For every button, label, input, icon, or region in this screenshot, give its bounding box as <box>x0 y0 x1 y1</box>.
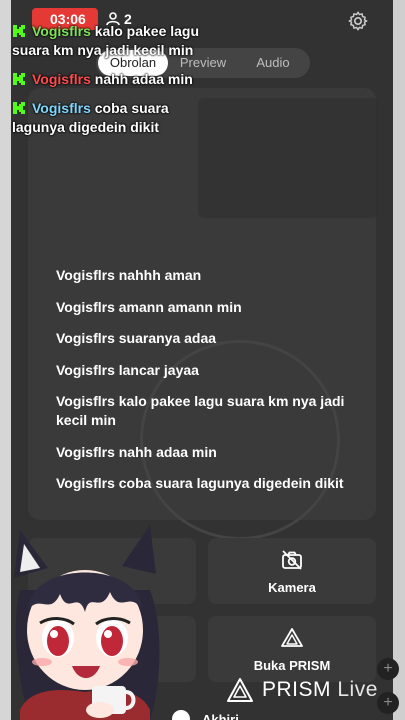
end-icon <box>172 710 190 720</box>
overlay-chat-line: Vogisflrs nahh adaa min <box>12 70 202 89</box>
prism-text: PRISM <box>262 678 332 701</box>
k-badge-icon <box>13 102 25 114</box>
camera-button[interactable]: Kamera <box>208 538 376 604</box>
chat-username: Vogisflrs <box>32 23 91 39</box>
end-label: Akhiri <box>202 712 239 720</box>
camera-label: Kamera <box>268 580 316 595</box>
live-text: Live <box>337 678 378 701</box>
tab-audio[interactable]: Audio <box>238 48 308 78</box>
overlay-chat-line: Vogisflrs coba suara lagunya digedein di… <box>12 99 202 137</box>
chat-message: Vogisflrs suaranya adaa <box>56 330 217 346</box>
avatar <box>14 525 160 720</box>
chat-username: Vogisflrs <box>32 100 91 116</box>
overlay-chat: Vogisflrs kalo pakee lagu suara km nya j… <box>12 22 202 147</box>
add-icon[interactable]: + <box>377 658 399 680</box>
chat-list: Vogisflrs nahhh aman Vogisflrs amann ama… <box>56 266 356 506</box>
chat-message: Vogisflrs nahh adaa min <box>56 443 217 460</box>
chat-message: Vogisflrs kalo pakee lagu suara km nya j… <box>56 393 345 428</box>
chat-message: Vogisflrs coba suara lagunya digedein di… <box>56 475 344 491</box>
gear-icon[interactable] <box>347 10 369 32</box>
chat-message: Vogisflrs nahhh aman <box>56 267 202 283</box>
prism-live-wordmark: PRISM Live <box>262 678 378 702</box>
chat-message: Vogisflrs amann amann min <box>56 298 242 315</box>
camera-off-icon <box>282 550 302 570</box>
background-edge-right <box>393 0 405 720</box>
k-badge-icon <box>13 25 25 37</box>
chat-username: Vogisflrs <box>32 71 91 87</box>
open-prism-button[interactable]: Buka PRISM <box>208 616 376 682</box>
add-icon[interactable]: + <box>377 692 399 714</box>
open-prism-label: Buka PRISM <box>253 658 331 673</box>
k-badge-icon <box>13 73 25 85</box>
chat-message: Vogisflrs lancar jayaa <box>56 361 199 378</box>
stream-preview-ghost <box>198 98 378 218</box>
prism-icon <box>281 628 303 647</box>
overlay-chat-line: Vogisflrs kalo pakee lagu suara km nya j… <box>12 22 202 60</box>
chat-message: nahh adaa min <box>94 71 193 87</box>
